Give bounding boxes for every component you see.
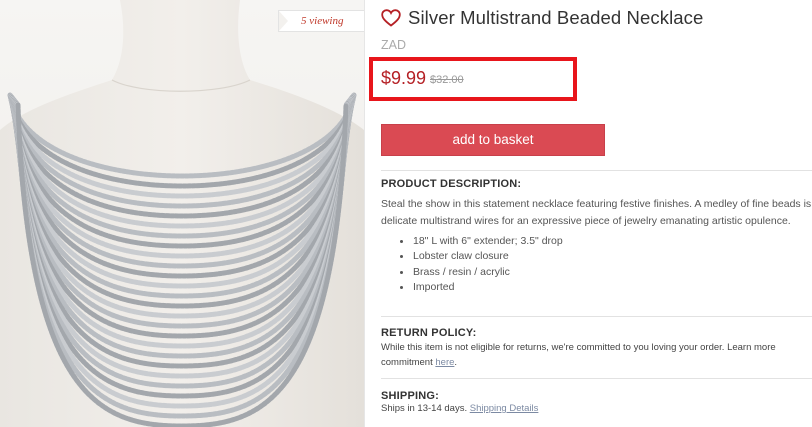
necklace-photo (0, 0, 364, 427)
product-image[interactable]: 5 viewing (0, 0, 364, 427)
shipping-heading: SHIPPING: (381, 390, 440, 402)
divider (381, 378, 812, 379)
heart-icon[interactable] (381, 9, 401, 27)
return-policy-line: While this item is not eligible for retu… (381, 342, 776, 353)
return-policy-prefix: commitment (381, 357, 433, 368)
brand-link[interactable]: ZAD (381, 38, 406, 52)
divider (381, 316, 812, 317)
description-line: Steal the show in this statement necklac… (381, 198, 812, 210)
return-policy-heading: RETURN POLICY: (381, 327, 477, 339)
description-text: Steal the show in this statement necklac… (381, 196, 812, 230)
viewing-count-badge: 5 viewing (278, 10, 364, 32)
sale-price: $9.99 (381, 68, 427, 88)
return-policy-text: While this item is not eligible for retu… (381, 340, 812, 370)
add-to-basket-button[interactable]: add to basket (381, 124, 605, 156)
return-policy-line: commitment here. (381, 355, 812, 370)
description-heading: PRODUCT DESCRIPTION: (381, 178, 522, 190)
bullet-item: 18" L with 6" extender; 3.5" drop (399, 234, 563, 249)
shipping-details-link[interactable]: Shipping Details (470, 403, 539, 414)
divider (381, 170, 812, 171)
return-policy-link[interactable]: here (435, 357, 454, 368)
bullet-item: Imported (399, 280, 563, 295)
original-price: $32.00 (430, 74, 464, 86)
shipping-time: Ships in 13-14 days. (381, 403, 468, 414)
description-line: delicate multistrand wires for an expres… (381, 215, 791, 227)
divider (364, 0, 365, 427)
bullet-item: Brass / resin / acrylic (399, 265, 563, 280)
bullet-item: Lobster claw closure (399, 249, 563, 264)
description-bullets: 18" L with 6" extender; 3.5" drop Lobste… (399, 234, 563, 295)
product-title: Silver Multistrand Beaded Necklace (408, 7, 704, 28)
return-policy-suffix: . (454, 357, 458, 368)
shipping-text: Ships in 13-14 days. Shipping Details (381, 403, 538, 414)
